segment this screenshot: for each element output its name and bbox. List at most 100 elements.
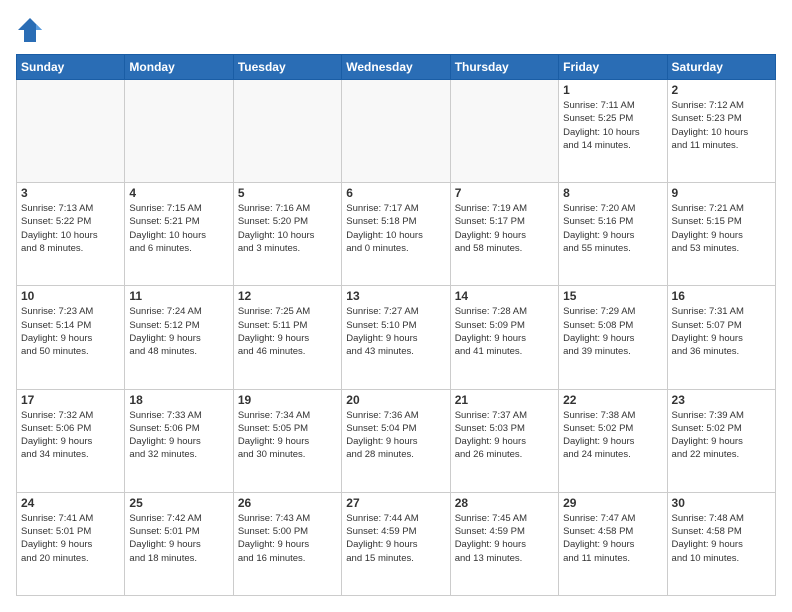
weekday-friday: Friday [559, 55, 667, 80]
calendar-table: SundayMondayTuesdayWednesdayThursdayFrid… [16, 54, 776, 596]
day-info: Sunrise: 7:43 AM Sunset: 5:00 PM Dayligh… [238, 512, 337, 565]
day-number: 26 [238, 496, 337, 510]
day-info: Sunrise: 7:47 AM Sunset: 4:58 PM Dayligh… [563, 512, 662, 565]
day-number: 29 [563, 496, 662, 510]
day-info: Sunrise: 7:23 AM Sunset: 5:14 PM Dayligh… [21, 305, 120, 358]
day-info: Sunrise: 7:37 AM Sunset: 5:03 PM Dayligh… [455, 409, 554, 462]
day-number: 15 [563, 289, 662, 303]
calendar-cell: 12 Sunrise: 7:25 AM Sunset: 5:11 PM Dayli… [233, 286, 341, 389]
day-number: 3 [21, 186, 120, 200]
calendar-cell [17, 80, 125, 183]
calendar-cell: 28 Sunrise: 7:45 AM Sunset: 4:59 PM Dayli… [450, 492, 558, 595]
calendar-cell: 29 Sunrise: 7:47 AM Sunset: 4:58 PM Dayli… [559, 492, 667, 595]
day-info: Sunrise: 7:24 AM Sunset: 5:12 PM Dayligh… [129, 305, 228, 358]
calendar-cell: 24 Sunrise: 7:41 AM Sunset: 5:01 PM Dayli… [17, 492, 125, 595]
day-number: 27 [346, 496, 445, 510]
calendar-cell: 27 Sunrise: 7:44 AM Sunset: 4:59 PM Dayli… [342, 492, 450, 595]
day-info: Sunrise: 7:33 AM Sunset: 5:06 PM Dayligh… [129, 409, 228, 462]
day-number: 21 [455, 393, 554, 407]
day-number: 14 [455, 289, 554, 303]
day-number: 1 [563, 83, 662, 97]
day-info: Sunrise: 7:19 AM Sunset: 5:17 PM Dayligh… [455, 202, 554, 255]
day-number: 28 [455, 496, 554, 510]
day-info: Sunrise: 7:29 AM Sunset: 5:08 PM Dayligh… [563, 305, 662, 358]
day-number: 24 [21, 496, 120, 510]
day-number: 12 [238, 289, 337, 303]
day-number: 5 [238, 186, 337, 200]
week-row-4: 17 Sunrise: 7:32 AM Sunset: 5:06 PM Dayli… [17, 389, 776, 492]
day-number: 22 [563, 393, 662, 407]
day-number: 20 [346, 393, 445, 407]
weekday-saturday: Saturday [667, 55, 775, 80]
day-info: Sunrise: 7:15 AM Sunset: 5:21 PM Dayligh… [129, 202, 228, 255]
calendar-cell: 6 Sunrise: 7:17 AM Sunset: 5:18 PM Daylig… [342, 183, 450, 286]
day-info: Sunrise: 7:17 AM Sunset: 5:18 PM Dayligh… [346, 202, 445, 255]
week-row-5: 24 Sunrise: 7:41 AM Sunset: 5:01 PM Dayli… [17, 492, 776, 595]
page: SundayMondayTuesdayWednesdayThursdayFrid… [0, 0, 792, 612]
calendar-cell: 21 Sunrise: 7:37 AM Sunset: 5:03 PM Dayli… [450, 389, 558, 492]
weekday-wednesday: Wednesday [342, 55, 450, 80]
calendar-cell [342, 80, 450, 183]
calendar-cell: 30 Sunrise: 7:48 AM Sunset: 4:58 PM Dayli… [667, 492, 775, 595]
calendar-cell: 15 Sunrise: 7:29 AM Sunset: 5:08 PM Dayli… [559, 286, 667, 389]
calendar-cell: 19Sunrise: 7:34 AM Sunset: 5:05 PM Dayli… [233, 389, 341, 492]
day-info: Sunrise: 7:25 AM Sunset: 5:11 PM Dayligh… [238, 305, 337, 358]
day-info: Sunrise: 7:45 AM Sunset: 4:59 PM Dayligh… [455, 512, 554, 565]
calendar-cell: 4 Sunrise: 7:15 AM Sunset: 5:21 PM Daylig… [125, 183, 233, 286]
week-row-2: 3 Sunrise: 7:13 AM Sunset: 5:22 PM Daylig… [17, 183, 776, 286]
day-number: 10 [21, 289, 120, 303]
day-number: 23 [672, 393, 771, 407]
calendar-cell: 10 Sunrise: 7:23 AM Sunset: 5:14 PM Dayli… [17, 286, 125, 389]
day-number: 4 [129, 186, 228, 200]
day-info: Sunrise: 7:38 AM Sunset: 5:02 PM Dayligh… [563, 409, 662, 462]
day-info: Sunrise: 7:12 AM Sunset: 5:23 PM Dayligh… [672, 99, 771, 152]
day-number: 13 [346, 289, 445, 303]
day-info: Sunrise: 7:11 AM Sunset: 5:25 PM Dayligh… [563, 99, 662, 152]
day-number: 19 [238, 393, 337, 407]
day-info: Sunrise: 7:13 AM Sunset: 5:22 PM Dayligh… [21, 202, 120, 255]
day-info: Sunrise: 7:31 AM Sunset: 5:07 PM Dayligh… [672, 305, 771, 358]
calendar-cell: 18Sunrise: 7:33 AM Sunset: 5:06 PM Dayli… [125, 389, 233, 492]
day-info: Sunrise: 7:21 AM Sunset: 5:15 PM Dayligh… [672, 202, 771, 255]
calendar-cell [233, 80, 341, 183]
weekday-header-row: SundayMondayTuesdayWednesdayThursdayFrid… [17, 55, 776, 80]
day-number: 2 [672, 83, 771, 97]
day-info: Sunrise: 7:36 AM Sunset: 5:04 PM Dayligh… [346, 409, 445, 462]
day-info: Sunrise: 7:27 AM Sunset: 5:10 PM Dayligh… [346, 305, 445, 358]
calendar-cell: 22 Sunrise: 7:38 AM Sunset: 5:02 PM Dayli… [559, 389, 667, 492]
week-row-1: 1 Sunrise: 7:11 AM Sunset: 5:25 PM Daylig… [17, 80, 776, 183]
day-info: Sunrise: 7:28 AM Sunset: 5:09 PM Dayligh… [455, 305, 554, 358]
calendar-cell: 17 Sunrise: 7:32 AM Sunset: 5:06 PM Dayli… [17, 389, 125, 492]
week-row-3: 10 Sunrise: 7:23 AM Sunset: 5:14 PM Dayli… [17, 286, 776, 389]
day-number: 25 [129, 496, 228, 510]
weekday-sunday: Sunday [17, 55, 125, 80]
day-number: 17 [21, 393, 120, 407]
calendar-cell: 23 Sunrise: 7:39 AM Sunset: 5:02 PM Dayli… [667, 389, 775, 492]
calendar-cell: 9 Sunrise: 7:21 AM Sunset: 5:15 PM Daylig… [667, 183, 775, 286]
day-info: Sunrise: 7:41 AM Sunset: 5:01 PM Dayligh… [21, 512, 120, 565]
day-info: Sunrise: 7:44 AM Sunset: 4:59 PM Dayligh… [346, 512, 445, 565]
calendar-cell [450, 80, 558, 183]
day-info: Sunrise: 7:20 AM Sunset: 5:16 PM Dayligh… [563, 202, 662, 255]
day-number: 30 [672, 496, 771, 510]
day-number: 9 [672, 186, 771, 200]
calendar-cell: 7 Sunrise: 7:19 AM Sunset: 5:17 PM Daylig… [450, 183, 558, 286]
calendar-cell: 2 Sunrise: 7:12 AM Sunset: 5:23 PM Daylig… [667, 80, 775, 183]
calendar-cell: 26 Sunrise: 7:43 AM Sunset: 5:00 PM Dayli… [233, 492, 341, 595]
logo-icon [16, 16, 44, 44]
calendar-cell: 25 Sunrise: 7:42 AM Sunset: 5:01 PM Dayli… [125, 492, 233, 595]
calendar-cell: 1 Sunrise: 7:11 AM Sunset: 5:25 PM Daylig… [559, 80, 667, 183]
calendar-cell [125, 80, 233, 183]
day-number: 16 [672, 289, 771, 303]
day-info: Sunrise: 7:39 AM Sunset: 5:02 PM Dayligh… [672, 409, 771, 462]
calendar-cell: 14 Sunrise: 7:28 AM Sunset: 5:09 PM Dayli… [450, 286, 558, 389]
day-number: 7 [455, 186, 554, 200]
logo [16, 16, 48, 44]
calendar-cell: 13 Sunrise: 7:27 AM Sunset: 5:10 PM Dayli… [342, 286, 450, 389]
day-info: Sunrise: 7:32 AM Sunset: 5:06 PM Dayligh… [21, 409, 120, 462]
day-info: Sunrise: 7:42 AM Sunset: 5:01 PM Dayligh… [129, 512, 228, 565]
day-info: Sunrise: 7:48 AM Sunset: 4:58 PM Dayligh… [672, 512, 771, 565]
calendar-cell: 16 Sunrise: 7:31 AM Sunset: 5:07 PM Dayli… [667, 286, 775, 389]
day-number: 8 [563, 186, 662, 200]
day-number: 6 [346, 186, 445, 200]
